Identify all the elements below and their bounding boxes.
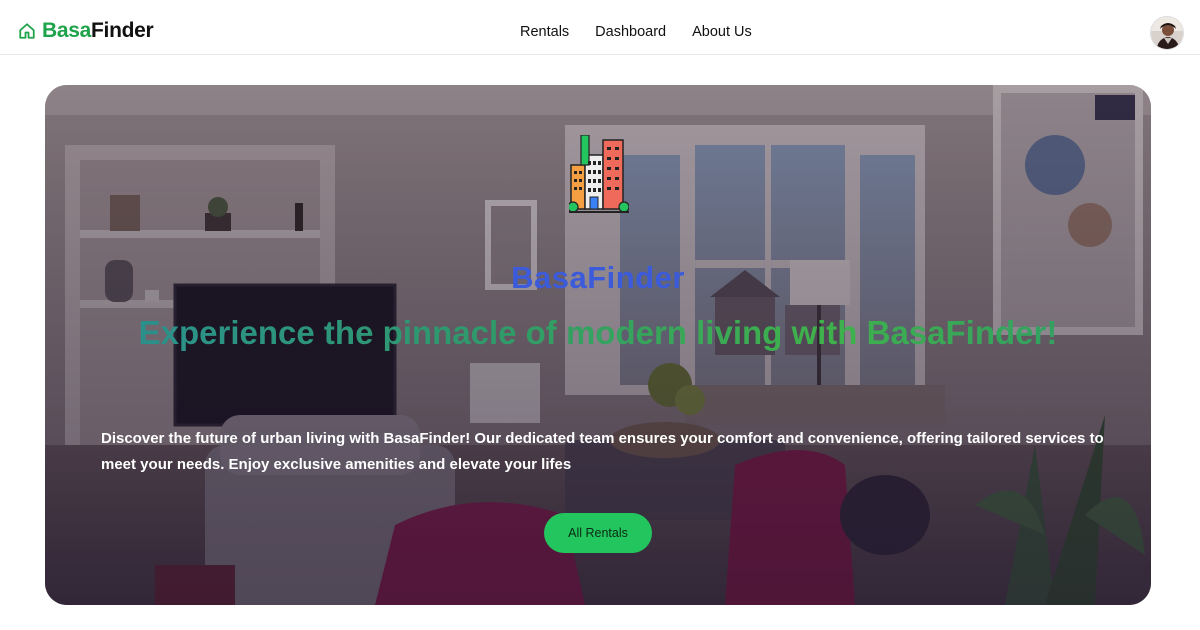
hero-brand-name: BasaFinder xyxy=(511,260,685,295)
user-avatar-image xyxy=(1151,17,1183,49)
brand-name-part1: Basa xyxy=(42,19,92,42)
brand-logo-link[interactable]: BasaFinder xyxy=(18,19,154,43)
user-avatar[interactable] xyxy=(1150,16,1184,50)
top-navbar: BasaFinder Rentals Dashboard About Us xyxy=(0,0,1200,55)
nav-link-about-us[interactable]: About Us xyxy=(692,23,752,41)
brand-name: BasaFinder xyxy=(42,19,154,43)
buildings-logo-icon xyxy=(569,135,629,213)
nav-links: Rentals Dashboard About Us xyxy=(520,23,778,41)
nav-link-dashboard[interactable]: Dashboard xyxy=(595,23,666,41)
hero-banner: BasaFinder Experience the pinnacle of mo… xyxy=(45,85,1151,605)
hero-description: Discover the future of urban living with… xyxy=(101,430,1104,473)
hero-title: Experience the pinnacle of modern living… xyxy=(45,313,1151,353)
home-icon xyxy=(19,23,35,39)
all-rentals-button[interactable]: All Rentals xyxy=(544,513,652,553)
nav-link-rentals[interactable]: Rentals xyxy=(520,23,569,41)
brand-name-part2: Finder xyxy=(91,19,154,42)
